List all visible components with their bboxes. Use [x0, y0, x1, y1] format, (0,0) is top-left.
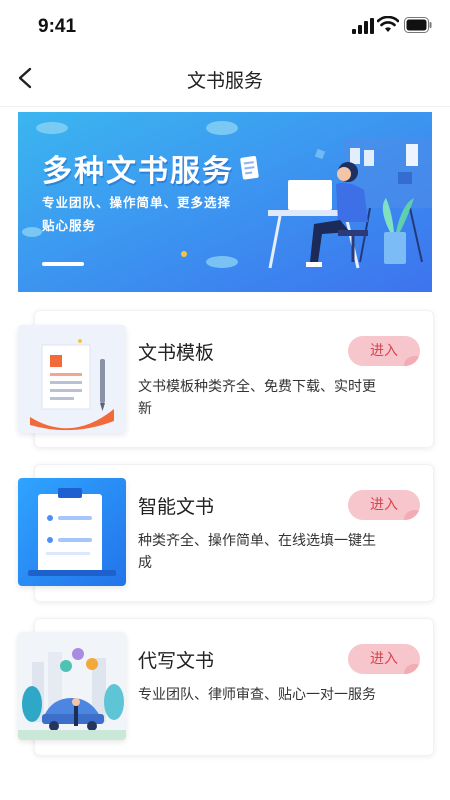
service-description: 种类齐全、操作简单、在线选填一键生成 — [138, 533, 376, 571]
battery-icon — [404, 17, 432, 33]
wifi-icon — [377, 16, 399, 32]
enter-button-label: 进入 — [370, 497, 398, 513]
promo-banner[interactable]: 多种文书服务 专业团队、操作简单、更多选择 贴心服务 — [18, 112, 432, 292]
document-template-icon — [18, 325, 126, 433]
clipboard-icon — [18, 478, 126, 586]
service-title: 代写文书 — [138, 650, 215, 672]
page-title: 文书服务 — [186, 70, 263, 92]
enter-button[interactable]: 进入 — [348, 490, 420, 520]
status-time: 9:41 — [38, 16, 77, 37]
enter-button[interactable]: 进入 — [348, 644, 420, 674]
service-description: 文书模板种类齐全、免费下载、实时更新 — [138, 379, 376, 417]
banner-page-indicator — [42, 262, 84, 266]
enter-button-label: 进入 — [370, 343, 398, 359]
enter-button-label: 进入 — [370, 651, 398, 667]
service-description: 专业团队、律师审查、贴心一对一服务 — [138, 687, 376, 703]
service-title: 智能文书 — [138, 496, 215, 518]
status-bar: 9:41 — [0, 0, 450, 50]
banner-subtitle-2: 贴心服务 — [42, 218, 97, 233]
service-title: 文书模板 — [138, 342, 215, 364]
signal-icon — [352, 18, 374, 34]
banner-title: 多种文书服务 — [42, 154, 234, 189]
nav-bar: 文书服务 — [0, 50, 450, 107]
enter-button[interactable]: 进入 — [348, 336, 420, 366]
banner-subtitle-1: 专业团队、操作简单、更多选择 — [42, 195, 232, 210]
city-car-illustration-icon — [18, 632, 126, 740]
